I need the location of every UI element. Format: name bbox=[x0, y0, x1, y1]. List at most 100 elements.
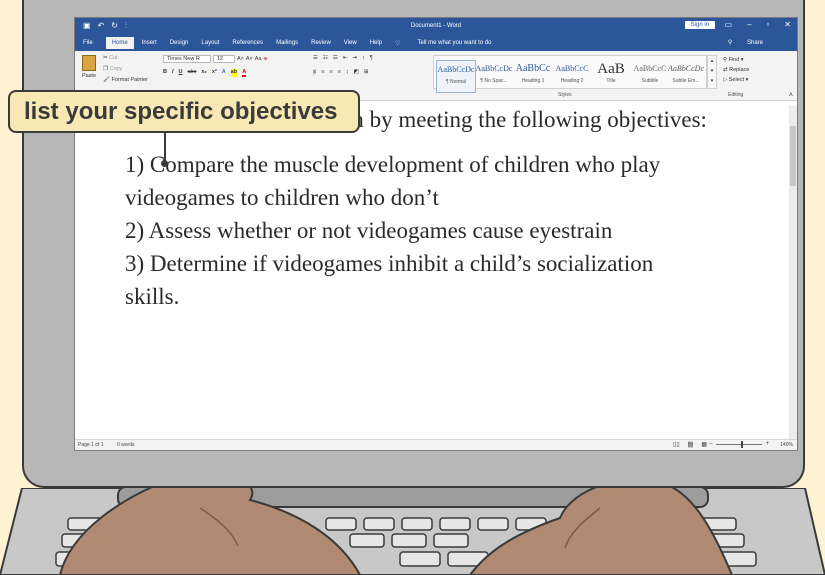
cut-button[interactable]: ✂ Cut bbox=[103, 55, 118, 61]
underline-icon[interactable]: U bbox=[179, 69, 183, 77]
style-name: Title bbox=[606, 78, 616, 84]
align-right-icon[interactable]: ≡ bbox=[329, 69, 332, 75]
justify-icon[interactable]: ≡ bbox=[338, 69, 341, 75]
callout-pointer-dot bbox=[161, 160, 168, 167]
font-color-icon[interactable]: A bbox=[242, 69, 247, 77]
window-controls: ▭ – ▫ ✕ bbox=[724, 20, 791, 29]
font-size-select[interactable]: 12 bbox=[213, 55, 235, 63]
document-body[interactable]: I will accomplish this aim by meeting th… bbox=[125, 103, 765, 313]
increase-indent-icon[interactable]: ⇥ bbox=[352, 55, 357, 61]
align-center-icon[interactable]: ≡ bbox=[321, 69, 324, 75]
multilevel-list-icon[interactable]: ☲ bbox=[333, 55, 338, 61]
highlight-icon[interactable]: ab bbox=[230, 69, 238, 77]
italic-icon[interactable]: I bbox=[172, 69, 174, 77]
bullets-icon[interactable]: ☰ bbox=[313, 55, 318, 61]
restore-button[interactable]: ▫ bbox=[766, 20, 769, 29]
style-sample: AaBbCcDc bbox=[668, 64, 704, 73]
copy-icon: ❐ bbox=[103, 66, 108, 72]
share-button[interactable]: ⚲ Share bbox=[728, 39, 776, 46]
style-heading-1[interactable]: AaBbCc Heading 1 bbox=[514, 60, 552, 91]
format-painter-button[interactable]: 🖌 Format Painter bbox=[103, 77, 148, 83]
zoom-level[interactable]: 140% bbox=[780, 442, 793, 448]
find-label: Find bbox=[728, 57, 740, 63]
key[interactable] bbox=[433, 533, 469, 548]
zoom-in-icon[interactable]: + bbox=[765, 441, 769, 447]
scrollbar-thumb[interactable] bbox=[790, 126, 796, 186]
objective-2: 2) Assess whether or not videogames caus… bbox=[125, 218, 613, 243]
paste-button[interactable]: Paste bbox=[79, 55, 99, 79]
tab-review[interactable]: Review bbox=[311, 40, 331, 46]
styles-scroll[interactable]: ▴ ▾ ▾ bbox=[707, 55, 717, 89]
select-button[interactable]: ▷ Select ▾ bbox=[723, 75, 783, 85]
ribbon-tabs: File Home Insert Design Layout Reference… bbox=[75, 35, 797, 51]
word-count[interactable]: 0 words bbox=[117, 442, 135, 448]
tab-home[interactable]: Home bbox=[105, 37, 134, 49]
tab-help[interactable]: Help bbox=[370, 40, 382, 46]
font-name-select[interactable]: Times New R bbox=[163, 55, 211, 63]
text-effects-icon[interactable]: A bbox=[222, 69, 226, 77]
style-title[interactable]: AaB Title bbox=[592, 60, 630, 91]
clear-formatting-icon[interactable]: ◈ bbox=[264, 56, 268, 62]
style-heading-2[interactable]: AaBbCcC Heading 2 bbox=[553, 60, 591, 91]
web-layout-icon[interactable]: ▦ bbox=[701, 441, 707, 448]
print-layout-icon[interactable]: ▤ bbox=[687, 441, 694, 448]
tab-file[interactable]: File bbox=[83, 40, 93, 46]
numbering-icon[interactable]: ☷ bbox=[323, 55, 328, 61]
tab-references[interactable]: References bbox=[232, 40, 263, 46]
tab-layout[interactable]: Layout bbox=[201, 40, 219, 46]
tab-insert[interactable]: Insert bbox=[142, 40, 157, 46]
decrease-indent-icon[interactable]: ⇤ bbox=[343, 55, 348, 61]
tab-view[interactable]: View bbox=[344, 40, 357, 46]
change-case-icon[interactable]: Aa bbox=[255, 56, 262, 62]
bold-icon[interactable]: B bbox=[163, 69, 167, 77]
select-label: Select bbox=[728, 77, 745, 83]
copy-button[interactable]: ❐ Copy bbox=[103, 66, 122, 72]
align-left-icon[interactable]: ≡ bbox=[313, 69, 317, 75]
minimize-button[interactable]: – bbox=[747, 20, 751, 29]
strikethrough-icon[interactable]: abc bbox=[188, 69, 197, 77]
style-normal[interactable]: AaBbCcDc ¶ Normal bbox=[436, 60, 476, 93]
sort-icon[interactable]: ↕ bbox=[362, 55, 365, 61]
replace-icon: ⇄ bbox=[723, 67, 728, 73]
vertical-scrollbar[interactable] bbox=[789, 106, 797, 440]
zoom-slider[interactable]: – + bbox=[709, 441, 769, 448]
zoom-thumb[interactable] bbox=[741, 441, 743, 448]
tab-mailings[interactable]: Mailings bbox=[276, 40, 298, 46]
key[interactable] bbox=[399, 551, 441, 567]
status-bar: Page 1 of 1 0 words ▯▯ ▤ ▦ – + 140% bbox=[75, 439, 797, 450]
find-button[interactable]: ⚲ Find ▾ bbox=[723, 55, 783, 65]
line-spacing-icon[interactable]: ↨ bbox=[346, 69, 349, 75]
keyboard-deck bbox=[0, 488, 825, 575]
read-mode-icon[interactable]: ▯▯ bbox=[673, 441, 680, 448]
close-button[interactable]: ✕ bbox=[784, 20, 791, 29]
tell-me-box[interactable]: ♡ Tell me what you want to do bbox=[395, 40, 504, 47]
replace-button[interactable]: ⇄ Replace bbox=[723, 65, 783, 75]
superscript-icon[interactable]: x² bbox=[212, 69, 217, 77]
objective-3-continued: skills. bbox=[125, 284, 180, 309]
style-no-spacing[interactable]: AaBbCcDc ¶ No Spac... bbox=[475, 60, 513, 91]
key[interactable] bbox=[439, 517, 471, 531]
pilcrow-icon[interactable]: ¶ bbox=[370, 55, 373, 61]
key[interactable] bbox=[325, 517, 357, 531]
shrink-font-icon[interactable]: A˅ bbox=[246, 56, 253, 62]
style-subtle-emphasis[interactable]: AaBbCcDc Subtle Em... bbox=[668, 60, 704, 91]
key[interactable] bbox=[349, 533, 385, 548]
sign-in-button[interactable]: Sign in bbox=[684, 21, 715, 29]
zoom-out-icon[interactable]: – bbox=[709, 441, 712, 447]
ribbon-display-icon[interactable]: ▭ bbox=[724, 20, 732, 29]
grow-font-icon[interactable]: A˄ bbox=[237, 56, 244, 62]
key[interactable] bbox=[401, 517, 433, 531]
subscript-icon[interactable]: x₂ bbox=[201, 69, 207, 77]
style-subtitle[interactable]: AaBbCcC Subtitle bbox=[631, 60, 669, 91]
laptop-lid: ▣ ↶ ↻ ⫶ Document1 - Word Sign in ▭ – ▫ ✕… bbox=[22, 0, 805, 488]
lightbulb-icon: ♡ bbox=[395, 40, 401, 47]
shading-icon[interactable]: ◩ bbox=[354, 69, 359, 75]
key[interactable] bbox=[477, 517, 509, 531]
key[interactable] bbox=[363, 517, 395, 531]
borders-icon[interactable]: ⊞ bbox=[364, 69, 369, 75]
key[interactable] bbox=[391, 533, 427, 548]
style-name: Heading 2 bbox=[560, 78, 584, 84]
tab-design[interactable]: Design bbox=[170, 40, 189, 46]
page-count[interactable]: Page 1 of 1 bbox=[78, 442, 104, 448]
collapse-ribbon-icon[interactable]: ˄ bbox=[789, 92, 793, 99]
